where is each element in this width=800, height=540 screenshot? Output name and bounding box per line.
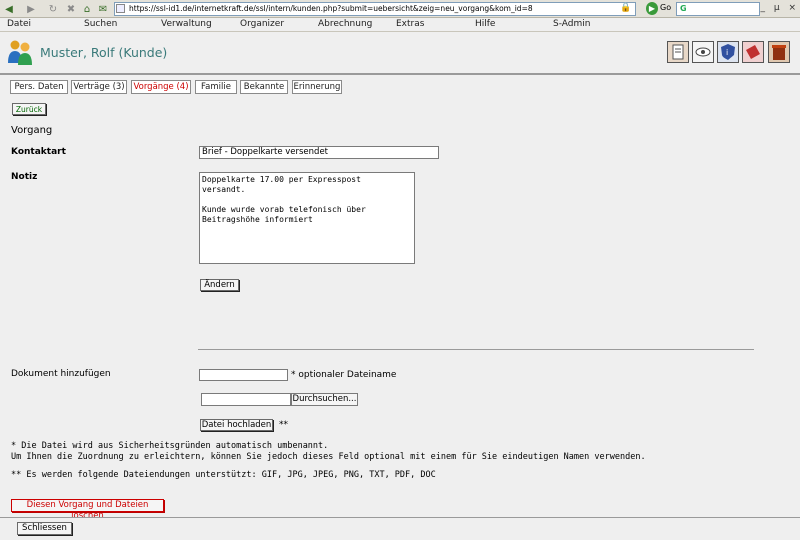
tab-erinnerung[interactable]: Erinnerung (292, 80, 342, 94)
notiz-label: Notiz (11, 172, 38, 182)
aendern-button[interactable]: Ändern (200, 279, 239, 291)
menu-organizer[interactable]: Organizer (240, 19, 284, 29)
go-icon[interactable]: ▶ (646, 2, 658, 15)
restore-icon[interactable]: µ (774, 3, 780, 13)
dokument-label: Dokument hinzufügen (11, 369, 111, 379)
customer-avatar-icon (8, 40, 32, 65)
tab-familie[interactable]: Familie (195, 80, 237, 94)
tab-vertraege[interactable]: Verträge (3) (71, 80, 127, 94)
menu-suchen[interactable]: Suchen (84, 19, 117, 29)
menu-datei[interactable]: Datei (7, 19, 31, 29)
search-input[interactable]: G (676, 2, 760, 16)
go-button[interactable]: Go (660, 3, 671, 12)
note-extensions: ** Es werden folgende Dateiendungen unte… (11, 470, 436, 480)
bookmark-icon[interactable]: ✉ (96, 2, 110, 16)
delete-vorgang-button[interactable]: Diesen Vorgang und Dateien löschen (11, 499, 164, 521)
print-icon[interactable] (667, 41, 689, 63)
svg-text:i: i (726, 48, 728, 57)
trash-icon[interactable] (768, 41, 790, 63)
menu-verwaltung[interactable]: Verwaltung (161, 19, 212, 29)
kontaktart-label: Kontaktart (11, 147, 66, 157)
upload-marker: ** (279, 420, 288, 430)
menu-s-admin[interactable]: S-Admin (553, 19, 590, 29)
menu-hilfe[interactable]: Hilfe (475, 19, 495, 29)
note-optional-name: Um Ihnen die Zuordnung zu erleichtern, k… (11, 452, 646, 462)
optional-filename-hint: * optionaler Dateiname (291, 370, 397, 380)
back-arrow-icon[interactable]: ◀ (2, 2, 16, 16)
divider (198, 349, 754, 350)
filename-input[interactable] (199, 369, 288, 381)
shield-icon[interactable]: i (717, 41, 739, 63)
footer-divider (0, 517, 800, 518)
tab-pers-daten[interactable]: Pers. Daten (10, 80, 68, 94)
back-button[interactable]: Zurück (12, 103, 46, 115)
tab-vorgaenge[interactable]: Vorgänge (4) (131, 80, 191, 94)
note-icon[interactable] (742, 41, 764, 63)
menu-abrechnung[interactable]: Abrechnung (318, 19, 372, 29)
stop-icon[interactable]: ✖ (64, 2, 78, 16)
browse-button[interactable]: Durchsuchen... (291, 393, 358, 406)
forward-arrow-icon[interactable]: ▶ (24, 2, 38, 16)
note-rename: * Die Datei wird aus Sicherheitsgründen … (11, 441, 329, 451)
home-icon[interactable]: ⌂ (80, 2, 94, 16)
tab-bekannte[interactable]: Bekannte (240, 80, 288, 94)
lock-icon: 🔒 (620, 3, 632, 13)
section-title: Vorgang (11, 125, 53, 136)
reload-icon[interactable]: ↻ (46, 2, 60, 16)
eye-icon[interactable] (692, 41, 714, 63)
file-path-input[interactable] (201, 393, 291, 406)
kontaktart-field[interactable]: Brief - Doppelkarte versendet (199, 146, 439, 159)
page-icon (116, 4, 125, 13)
url-bar[interactable]: https://ssl-id1.de/internetkraft.de/ssl/… (114, 2, 636, 16)
close-icon[interactable]: × (788, 3, 796, 13)
close-button[interactable]: Schliessen (17, 522, 72, 535)
customer-name: Muster, Rolf (Kunde) (40, 45, 168, 60)
notiz-textarea[interactable]: Doppelkarte 17.00 per Expresspost versan… (199, 172, 415, 264)
window-controls[interactable]: _ µ × (754, 3, 796, 13)
minimize-icon[interactable]: _ (760, 3, 765, 13)
upload-button[interactable]: Datei hochladen (200, 419, 273, 431)
menu-extras[interactable]: Extras (396, 19, 424, 29)
